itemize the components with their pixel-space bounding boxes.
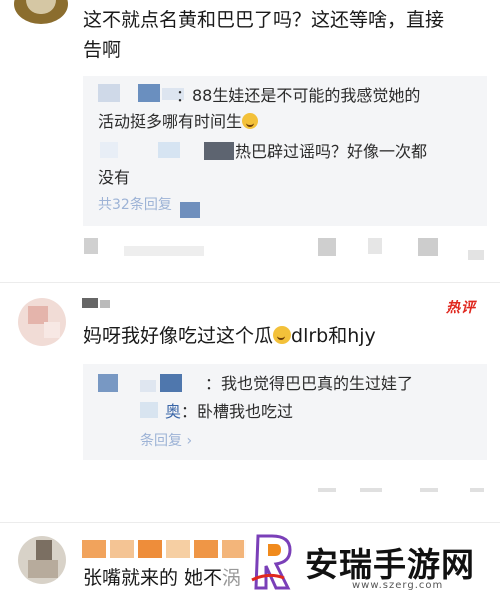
- username-blur: [140, 402, 158, 418]
- comment-text: 张嘴就来的 她不涡: [83, 564, 241, 592]
- reply-text: ：88生娃还是不可能的我感觉她的: [176, 86, 421, 105]
- username-blur: [158, 142, 180, 158]
- action-blur: [468, 250, 484, 260]
- more-replies-label: 条回复: [140, 433, 182, 449]
- link-blur: [180, 202, 200, 218]
- username-blur: [98, 374, 118, 392]
- time-blur: [84, 238, 98, 254]
- username-blur: [140, 380, 156, 392]
- comment-text-suffix: dlrb和hjy: [291, 325, 376, 347]
- comment-text-tail: 涡: [222, 567, 242, 589]
- laugh-emoji-icon: [242, 113, 259, 129]
- action-blur: [318, 488, 336, 492]
- comment-text-main: 张嘴就来的 她不: [83, 567, 223, 589]
- avatar-blur: [36, 540, 52, 562]
- comment-text-cont: 告啊: [83, 39, 122, 61]
- divider: [0, 282, 500, 283]
- action-blur: [420, 488, 438, 492]
- username-blur: [98, 84, 120, 102]
- username-blur: [194, 540, 218, 558]
- username-blur: [100, 142, 118, 158]
- reply-text: 热巴辟过谣吗？好像一次都: [235, 142, 428, 161]
- username-blur: [82, 298, 98, 308]
- username-blur: [110, 540, 134, 558]
- action-blur: [360, 488, 382, 492]
- username-blur: [166, 540, 190, 558]
- reply-text-main: ：卧槽我也吃过: [181, 402, 294, 421]
- reply-text: 奥：卧槽我也吃过: [165, 400, 293, 424]
- action-blur: [470, 488, 484, 492]
- username-blur: [222, 540, 246, 558]
- username-blur: [138, 84, 160, 102]
- comment-text-main: 妈呀我好像吃过这个瓜: [83, 325, 274, 347]
- reply-text-cont: 没有: [98, 168, 131, 187]
- action-blur: [368, 238, 382, 254]
- username-blur: [160, 374, 182, 392]
- username-blur: [204, 142, 234, 160]
- username-blur: [138, 540, 162, 558]
- avatar-blur: [44, 322, 60, 338]
- comment-text: 这不就点名黄和巴巴了吗？这还等啥，直接: [83, 9, 445, 31]
- action-blur: [418, 238, 438, 256]
- watermark-name: 安瑞手游网: [305, 545, 475, 584]
- comment-text: 妈呀我好像吃过这个瓜 dlrb和hjy: [83, 322, 376, 350]
- username-blur: [82, 540, 106, 558]
- hot-comment-badge: 热评: [446, 300, 476, 316]
- reply-username-tail: 奥: [165, 402, 182, 421]
- more-replies-link[interactable]: 共32条回复: [98, 194, 172, 214]
- watermark-url: www.szerg.com: [352, 580, 444, 591]
- divider: [0, 522, 500, 523]
- action-blur: [318, 238, 336, 256]
- time-blur: [124, 246, 204, 256]
- watermark-logo-icon: [251, 534, 292, 590]
- avatar-blur: [28, 560, 58, 578]
- reply-text-tail: 活动挺多哪有时间生: [98, 112, 243, 131]
- username-blur: [100, 300, 110, 308]
- more-replies-link[interactable]: 条回复 ›: [140, 430, 192, 450]
- laugh-emoji-icon: [273, 326, 292, 344]
- chevron-right-icon: ›: [182, 433, 193, 449]
- reply-text-cont: 活动挺多哪有时间生: [98, 110, 259, 134]
- reply-text: ：我也觉得巴巴真的生过娃了: [205, 374, 414, 393]
